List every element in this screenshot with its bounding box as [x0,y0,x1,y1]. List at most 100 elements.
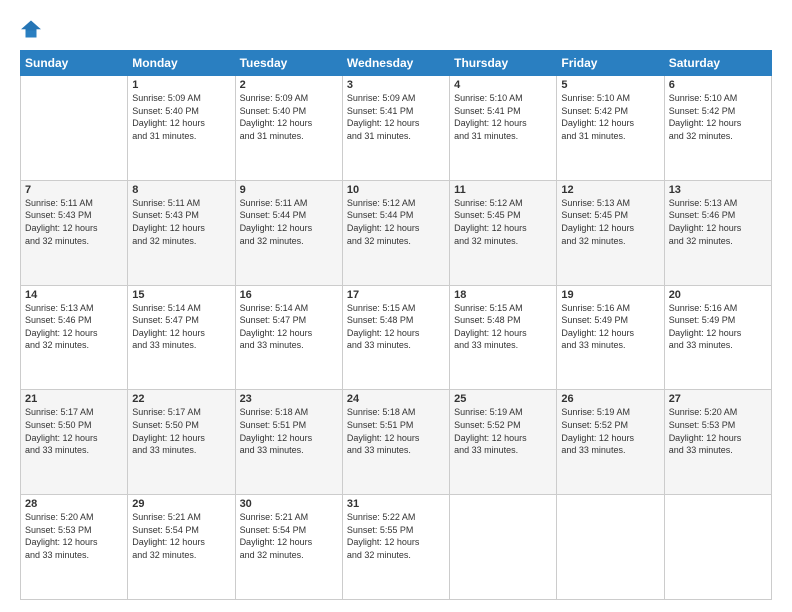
day-info: Sunrise: 5:21 AM Sunset: 5:54 PM Dayligh… [132,511,230,561]
page: SundayMondayTuesdayWednesdayThursdayFrid… [0,0,792,612]
calendar-cell: 16Sunrise: 5:14 AM Sunset: 5:47 PM Dayli… [235,285,342,390]
calendar-cell [557,495,664,600]
day-number: 6 [669,79,767,91]
calendar-cell [450,495,557,600]
day-number: 4 [454,79,552,91]
calendar-cell: 19Sunrise: 5:16 AM Sunset: 5:49 PM Dayli… [557,285,664,390]
weekday-header: Saturday [664,51,771,76]
calendar-cell: 27Sunrise: 5:20 AM Sunset: 5:53 PM Dayli… [664,390,771,495]
weekday-header: Thursday [450,51,557,76]
day-number: 30 [240,498,338,510]
day-info: Sunrise: 5:18 AM Sunset: 5:51 PM Dayligh… [347,406,445,456]
day-number: 20 [669,289,767,301]
calendar-cell: 11Sunrise: 5:12 AM Sunset: 5:45 PM Dayli… [450,180,557,285]
calendar-cell: 21Sunrise: 5:17 AM Sunset: 5:50 PM Dayli… [21,390,128,495]
day-number: 12 [561,184,659,196]
calendar-cell: 23Sunrise: 5:18 AM Sunset: 5:51 PM Dayli… [235,390,342,495]
day-number: 17 [347,289,445,301]
day-info: Sunrise: 5:21 AM Sunset: 5:54 PM Dayligh… [240,511,338,561]
day-number: 8 [132,184,230,196]
calendar-cell [664,495,771,600]
day-info: Sunrise: 5:17 AM Sunset: 5:50 PM Dayligh… [132,406,230,456]
weekday-header: Tuesday [235,51,342,76]
calendar-cell: 7Sunrise: 5:11 AM Sunset: 5:43 PM Daylig… [21,180,128,285]
day-number: 2 [240,79,338,91]
calendar-cell: 28Sunrise: 5:20 AM Sunset: 5:53 PM Dayli… [21,495,128,600]
day-info: Sunrise: 5:16 AM Sunset: 5:49 PM Dayligh… [669,302,767,352]
day-number: 1 [132,79,230,91]
day-number: 19 [561,289,659,301]
day-number: 3 [347,79,445,91]
day-info: Sunrise: 5:12 AM Sunset: 5:45 PM Dayligh… [454,197,552,247]
day-info: Sunrise: 5:15 AM Sunset: 5:48 PM Dayligh… [347,302,445,352]
day-info: Sunrise: 5:09 AM Sunset: 5:41 PM Dayligh… [347,92,445,142]
day-number: 21 [25,393,123,405]
calendar-cell: 30Sunrise: 5:21 AM Sunset: 5:54 PM Dayli… [235,495,342,600]
day-number: 5 [561,79,659,91]
day-info: Sunrise: 5:13 AM Sunset: 5:46 PM Dayligh… [25,302,123,352]
day-info: Sunrise: 5:11 AM Sunset: 5:43 PM Dayligh… [132,197,230,247]
day-info: Sunrise: 5:14 AM Sunset: 5:47 PM Dayligh… [132,302,230,352]
day-info: Sunrise: 5:22 AM Sunset: 5:55 PM Dayligh… [347,511,445,561]
day-info: Sunrise: 5:10 AM Sunset: 5:42 PM Dayligh… [669,92,767,142]
day-number: 18 [454,289,552,301]
day-info: Sunrise: 5:10 AM Sunset: 5:41 PM Dayligh… [454,92,552,142]
calendar-cell [21,76,128,181]
logo-icon [20,18,42,40]
day-number: 22 [132,393,230,405]
logo [20,18,46,40]
calendar-cell: 17Sunrise: 5:15 AM Sunset: 5:48 PM Dayli… [342,285,449,390]
day-number: 23 [240,393,338,405]
day-info: Sunrise: 5:14 AM Sunset: 5:47 PM Dayligh… [240,302,338,352]
calendar-cell: 3Sunrise: 5:09 AM Sunset: 5:41 PM Daylig… [342,76,449,181]
calendar-cell: 31Sunrise: 5:22 AM Sunset: 5:55 PM Dayli… [342,495,449,600]
calendar-cell: 6Sunrise: 5:10 AM Sunset: 5:42 PM Daylig… [664,76,771,181]
day-number: 29 [132,498,230,510]
day-number: 16 [240,289,338,301]
day-number: 7 [25,184,123,196]
day-info: Sunrise: 5:19 AM Sunset: 5:52 PM Dayligh… [561,406,659,456]
calendar-cell: 1Sunrise: 5:09 AM Sunset: 5:40 PM Daylig… [128,76,235,181]
day-info: Sunrise: 5:10 AM Sunset: 5:42 PM Dayligh… [561,92,659,142]
day-number: 13 [669,184,767,196]
calendar-cell: 4Sunrise: 5:10 AM Sunset: 5:41 PM Daylig… [450,76,557,181]
calendar-cell: 22Sunrise: 5:17 AM Sunset: 5:50 PM Dayli… [128,390,235,495]
day-info: Sunrise: 5:20 AM Sunset: 5:53 PM Dayligh… [25,511,123,561]
day-number: 11 [454,184,552,196]
day-number: 27 [669,393,767,405]
day-info: Sunrise: 5:11 AM Sunset: 5:44 PM Dayligh… [240,197,338,247]
day-info: Sunrise: 5:12 AM Sunset: 5:44 PM Dayligh… [347,197,445,247]
header [20,18,772,40]
calendar-cell: 18Sunrise: 5:15 AM Sunset: 5:48 PM Dayli… [450,285,557,390]
day-info: Sunrise: 5:09 AM Sunset: 5:40 PM Dayligh… [132,92,230,142]
calendar-cell: 25Sunrise: 5:19 AM Sunset: 5:52 PM Dayli… [450,390,557,495]
day-number: 26 [561,393,659,405]
day-info: Sunrise: 5:09 AM Sunset: 5:40 PM Dayligh… [240,92,338,142]
calendar-cell: 24Sunrise: 5:18 AM Sunset: 5:51 PM Dayli… [342,390,449,495]
calendar-cell: 10Sunrise: 5:12 AM Sunset: 5:44 PM Dayli… [342,180,449,285]
weekday-header: Wednesday [342,51,449,76]
day-number: 14 [25,289,123,301]
calendar-cell: 15Sunrise: 5:14 AM Sunset: 5:47 PM Dayli… [128,285,235,390]
day-info: Sunrise: 5:13 AM Sunset: 5:46 PM Dayligh… [669,197,767,247]
day-number: 31 [347,498,445,510]
day-info: Sunrise: 5:19 AM Sunset: 5:52 PM Dayligh… [454,406,552,456]
day-number: 24 [347,393,445,405]
calendar-cell: 9Sunrise: 5:11 AM Sunset: 5:44 PM Daylig… [235,180,342,285]
calendar-cell: 8Sunrise: 5:11 AM Sunset: 5:43 PM Daylig… [128,180,235,285]
weekday-header: Sunday [21,51,128,76]
calendar-cell: 26Sunrise: 5:19 AM Sunset: 5:52 PM Dayli… [557,390,664,495]
day-info: Sunrise: 5:20 AM Sunset: 5:53 PM Dayligh… [669,406,767,456]
day-info: Sunrise: 5:13 AM Sunset: 5:45 PM Dayligh… [561,197,659,247]
day-number: 15 [132,289,230,301]
calendar-table: SundayMondayTuesdayWednesdayThursdayFrid… [20,50,772,600]
calendar-cell: 14Sunrise: 5:13 AM Sunset: 5:46 PM Dayli… [21,285,128,390]
calendar-cell: 12Sunrise: 5:13 AM Sunset: 5:45 PM Dayli… [557,180,664,285]
day-info: Sunrise: 5:15 AM Sunset: 5:48 PM Dayligh… [454,302,552,352]
weekday-header: Friday [557,51,664,76]
day-number: 28 [25,498,123,510]
day-info: Sunrise: 5:17 AM Sunset: 5:50 PM Dayligh… [25,406,123,456]
day-number: 9 [240,184,338,196]
day-number: 10 [347,184,445,196]
calendar-cell: 2Sunrise: 5:09 AM Sunset: 5:40 PM Daylig… [235,76,342,181]
